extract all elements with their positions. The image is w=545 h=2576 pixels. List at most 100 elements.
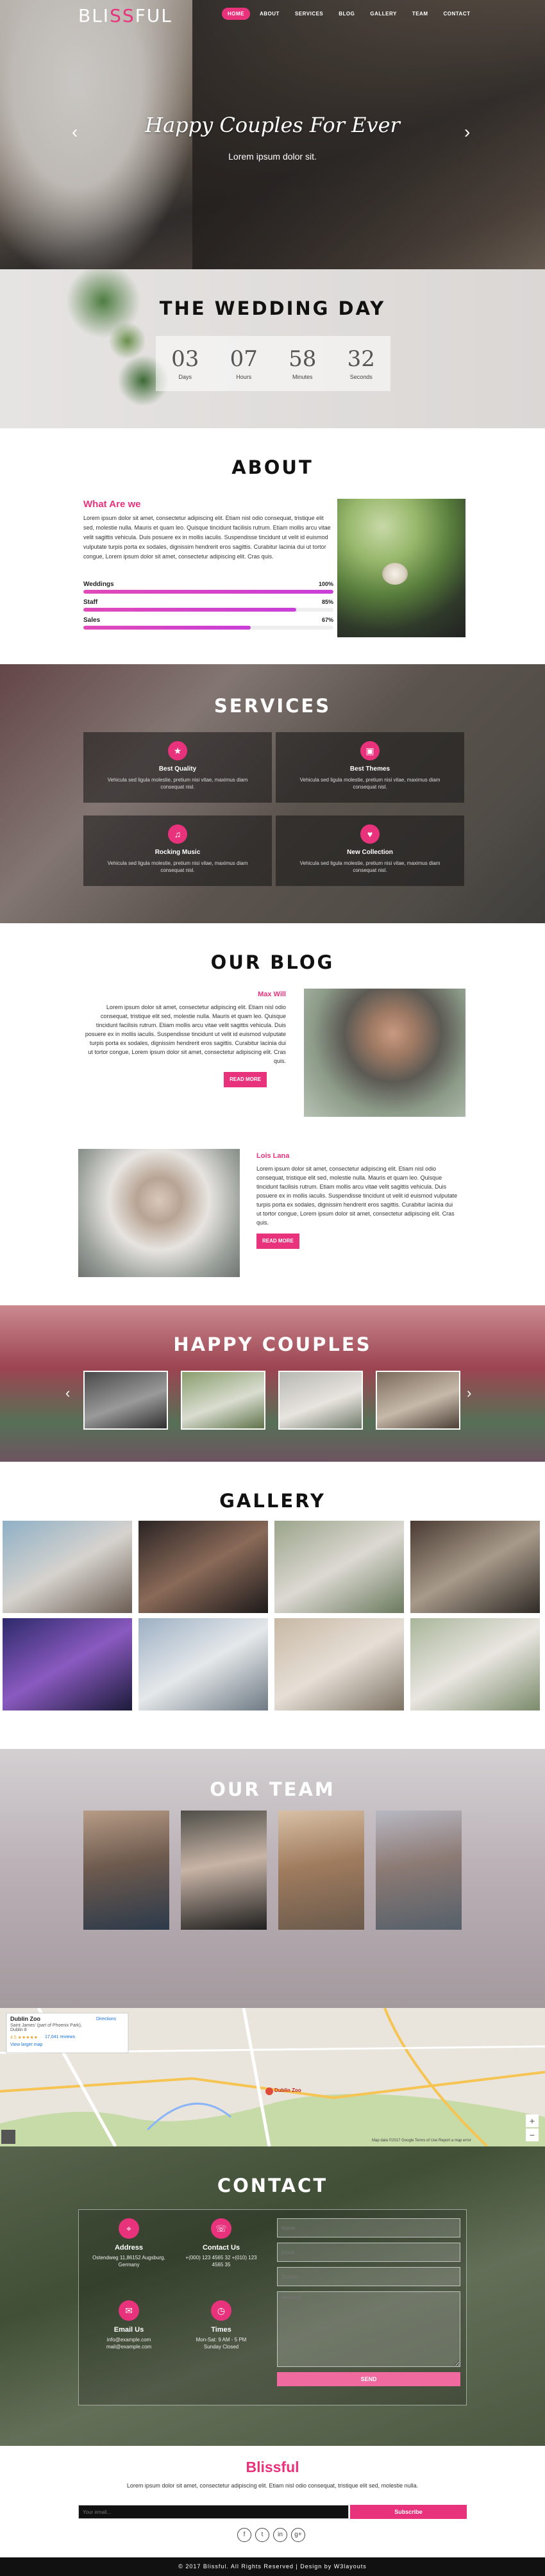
countdown-hours: 07 Hours bbox=[230, 346, 258, 380]
facebook-icon[interactable]: f bbox=[237, 2528, 251, 2542]
email-input[interactable] bbox=[277, 2243, 460, 2262]
map-larger-link[interactable]: View larger map bbox=[10, 2043, 42, 2047]
team-section: OUR TEAM bbox=[0, 1749, 545, 2008]
couple-photo[interactable] bbox=[181, 1371, 265, 1430]
couple-photo[interactable] bbox=[278, 1371, 363, 1430]
subject-input[interactable] bbox=[277, 2267, 460, 2286]
read-more-button[interactable]: READ MORE bbox=[224, 1072, 267, 1087]
about-title: ABOUT bbox=[231, 456, 314, 478]
banner-section: BLISSFUL HOME ABOUT SERVICES BLOG GALLER… bbox=[0, 0, 545, 269]
skill-bar-staff: Staff 85% bbox=[83, 599, 333, 612]
phone-icon: ☏ bbox=[211, 2218, 231, 2239]
map-directions-link[interactable]: Directions bbox=[96, 2017, 116, 2021]
send-button[interactable]: SEND bbox=[277, 2372, 460, 2386]
couples-prev-arrow-icon[interactable]: ‹ bbox=[65, 1385, 70, 1401]
nav-team[interactable]: TEAM bbox=[407, 8, 434, 20]
couple-photo[interactable] bbox=[83, 1371, 168, 1430]
team-member-photo[interactable] bbox=[83, 1811, 169, 1930]
footer-logo: Blissful bbox=[246, 2459, 299, 2475]
couple-photo[interactable] bbox=[376, 1371, 460, 1430]
blog-author: Max Will bbox=[258, 991, 286, 998]
map-address: Saint James' (part of Phoenix Park), Dub… bbox=[10, 2023, 82, 2032]
map-zoom-in-button[interactable]: + bbox=[526, 2114, 539, 2127]
services-section: SERVICES ★ Best Quality Vehicula sed lig… bbox=[0, 664, 545, 923]
theme-icon: ▣ bbox=[360, 741, 380, 760]
map-zoom-out-button[interactable]: − bbox=[526, 2129, 539, 2141]
service-card: ♫ Rocking Music Vehicula sed ligula mole… bbox=[83, 815, 272, 886]
nav-home[interactable]: HOME bbox=[222, 8, 250, 20]
copyright-text: © 2017 Blissful. All Rights Reserved | D… bbox=[178, 2563, 367, 2570]
blog-post: Max Will Lorem ipsum dolor sit amet, con… bbox=[83, 990, 286, 1087]
team-member-photo[interactable] bbox=[181, 1811, 267, 1930]
wedding-day-section: THE WEDDING DAY 03 Days 07 Hours 58 Minutes… bbox=[0, 269, 545, 428]
blog-section: OUR BLOG Max Will Lorem ipsum dolor sit … bbox=[0, 923, 545, 1305]
gallery-title: GALLERY bbox=[219, 1490, 326, 1512]
gallery-image[interactable] bbox=[274, 1618, 404, 1710]
twitter-icon[interactable]: t bbox=[255, 2528, 269, 2542]
services-title: SERVICES bbox=[214, 695, 331, 717]
nav-gallery[interactable]: GALLERY bbox=[364, 8, 402, 20]
team-member-photo[interactable] bbox=[376, 1811, 462, 1930]
message-textarea[interactable] bbox=[277, 2291, 460, 2367]
site-logo[interactable]: BLISSFUL bbox=[78, 5, 172, 26]
google-plus-icon[interactable]: g+ bbox=[291, 2528, 305, 2542]
about-bride-photo bbox=[337, 499, 465, 637]
service-card: ♥ New Collection Vehicula sed ligula mol… bbox=[276, 815, 464, 886]
map-footer-text: Map data ©2017 Google Terms of Use Repor… bbox=[372, 2139, 471, 2143]
skill-bar-weddings: Weddings 100% bbox=[83, 581, 333, 594]
read-more-button[interactable]: READ MORE bbox=[256, 1234, 299, 1249]
map-section[interactable]: Dublin Zoo Saint James' (part of Phoenix… bbox=[0, 2008, 545, 2146]
gallery-image[interactable] bbox=[3, 1521, 132, 1613]
blog-title: OUR BLOG bbox=[210, 951, 335, 973]
map-place-name: Dublin Zoo bbox=[10, 2016, 40, 2022]
gallery-image[interactable] bbox=[410, 1618, 540, 1710]
clock-icon: ◷ bbox=[211, 2300, 231, 2321]
name-input[interactable] bbox=[277, 2218, 460, 2237]
gallery-image[interactable] bbox=[3, 1618, 132, 1710]
contact-times: ◷ Times Mon-Sat: 9 AM - 5 PM Sunday Clos… bbox=[180, 2300, 263, 2350]
team-member-photo[interactable] bbox=[278, 1811, 364, 1930]
heart-icon: ♥ bbox=[360, 824, 380, 844]
nav-contact[interactable]: CONTACT bbox=[437, 8, 476, 20]
gallery-image[interactable] bbox=[138, 1521, 268, 1613]
contact-phone: ☏ Contact Us +(000) 123 4565 32 +(010) 1… bbox=[180, 2218, 263, 2268]
mail-icon: ✉ bbox=[119, 2300, 139, 2321]
newsletter-input[interactable] bbox=[78, 2505, 349, 2519]
blog-photo-bride bbox=[78, 1149, 240, 1277]
about-heading: What Are we bbox=[83, 499, 141, 510]
map-marker-icon[interactable] bbox=[265, 2087, 273, 2095]
nav-menu: HOME ABOUT SERVICES BLOG GALLERY TEAM CO… bbox=[222, 8, 476, 20]
service-card: ★ Best Quality Vehicula sed ligula moles… bbox=[83, 732, 272, 803]
footer-text: Lorem ipsum dolor sit amet, consectetur … bbox=[126, 2482, 419, 2489]
blog-post: Lois Lana Lorem ipsum dolor sit amet, co… bbox=[256, 1151, 459, 1249]
gallery-image[interactable] bbox=[138, 1618, 268, 1710]
blog-excerpt: Lorem ipsum dolor sit amet, consectetur … bbox=[256, 1166, 458, 1226]
gallery-image[interactable] bbox=[410, 1521, 540, 1613]
blog-photo-man bbox=[304, 989, 465, 1117]
countdown-seconds: 32 Seconds bbox=[347, 346, 375, 380]
location-icon: ⌖ bbox=[119, 2218, 139, 2239]
contact-address: ⌖ Address Ostendweg 11,86152 Augsburg, G… bbox=[87, 2218, 171, 2268]
slide-title: Happy Couples For Ever bbox=[145, 113, 400, 137]
copyright-bar: © 2017 Blissful. All Rights Reserved | D… bbox=[0, 2557, 545, 2576]
nav-about[interactable]: ABOUT bbox=[254, 8, 285, 20]
about-paragraph: Lorem ipsum dolor sit amet, consectetur … bbox=[83, 515, 331, 560]
gallery-image[interactable] bbox=[274, 1521, 404, 1613]
countdown: 03 Days 07 Hours 58 Minutes 32 Seconds bbox=[156, 336, 390, 391]
happy-couples-title: HAPPY COUPLES bbox=[173, 1334, 372, 1355]
nav-blog[interactable]: BLOG bbox=[333, 8, 360, 20]
countdown-minutes: 58 Minutes bbox=[289, 346, 317, 380]
about-section: ABOUT What Are we Lorem ipsum dolor sit … bbox=[0, 428, 545, 664]
map-rating: 4.5 ★★★★★ bbox=[10, 2036, 38, 2040]
contact-email: ✉ Email Us info@example.com mail@example… bbox=[87, 2300, 171, 2350]
map-marker-label: Dublin Zoo bbox=[274, 2087, 301, 2093]
star-icon: ★ bbox=[168, 741, 187, 760]
blog-excerpt: Lorem ipsum dolor sit amet, consectetur … bbox=[85, 1004, 286, 1064]
linkedin-icon[interactable]: in bbox=[273, 2528, 287, 2542]
navbar: BLISSFUL HOME ABOUT SERVICES BLOG GALLER… bbox=[0, 0, 545, 28]
nav-services[interactable]: SERVICES bbox=[289, 8, 329, 20]
couples-next-arrow-icon[interactable]: › bbox=[467, 1385, 471, 1401]
contact-section: CONTACT ⌖ Address Ostendweg 11,86152 Aug… bbox=[0, 2146, 545, 2446]
map-reviews-link[interactable]: 17,041 reviews bbox=[45, 2035, 75, 2039]
subscribe-button[interactable]: Subscribe bbox=[350, 2505, 467, 2519]
